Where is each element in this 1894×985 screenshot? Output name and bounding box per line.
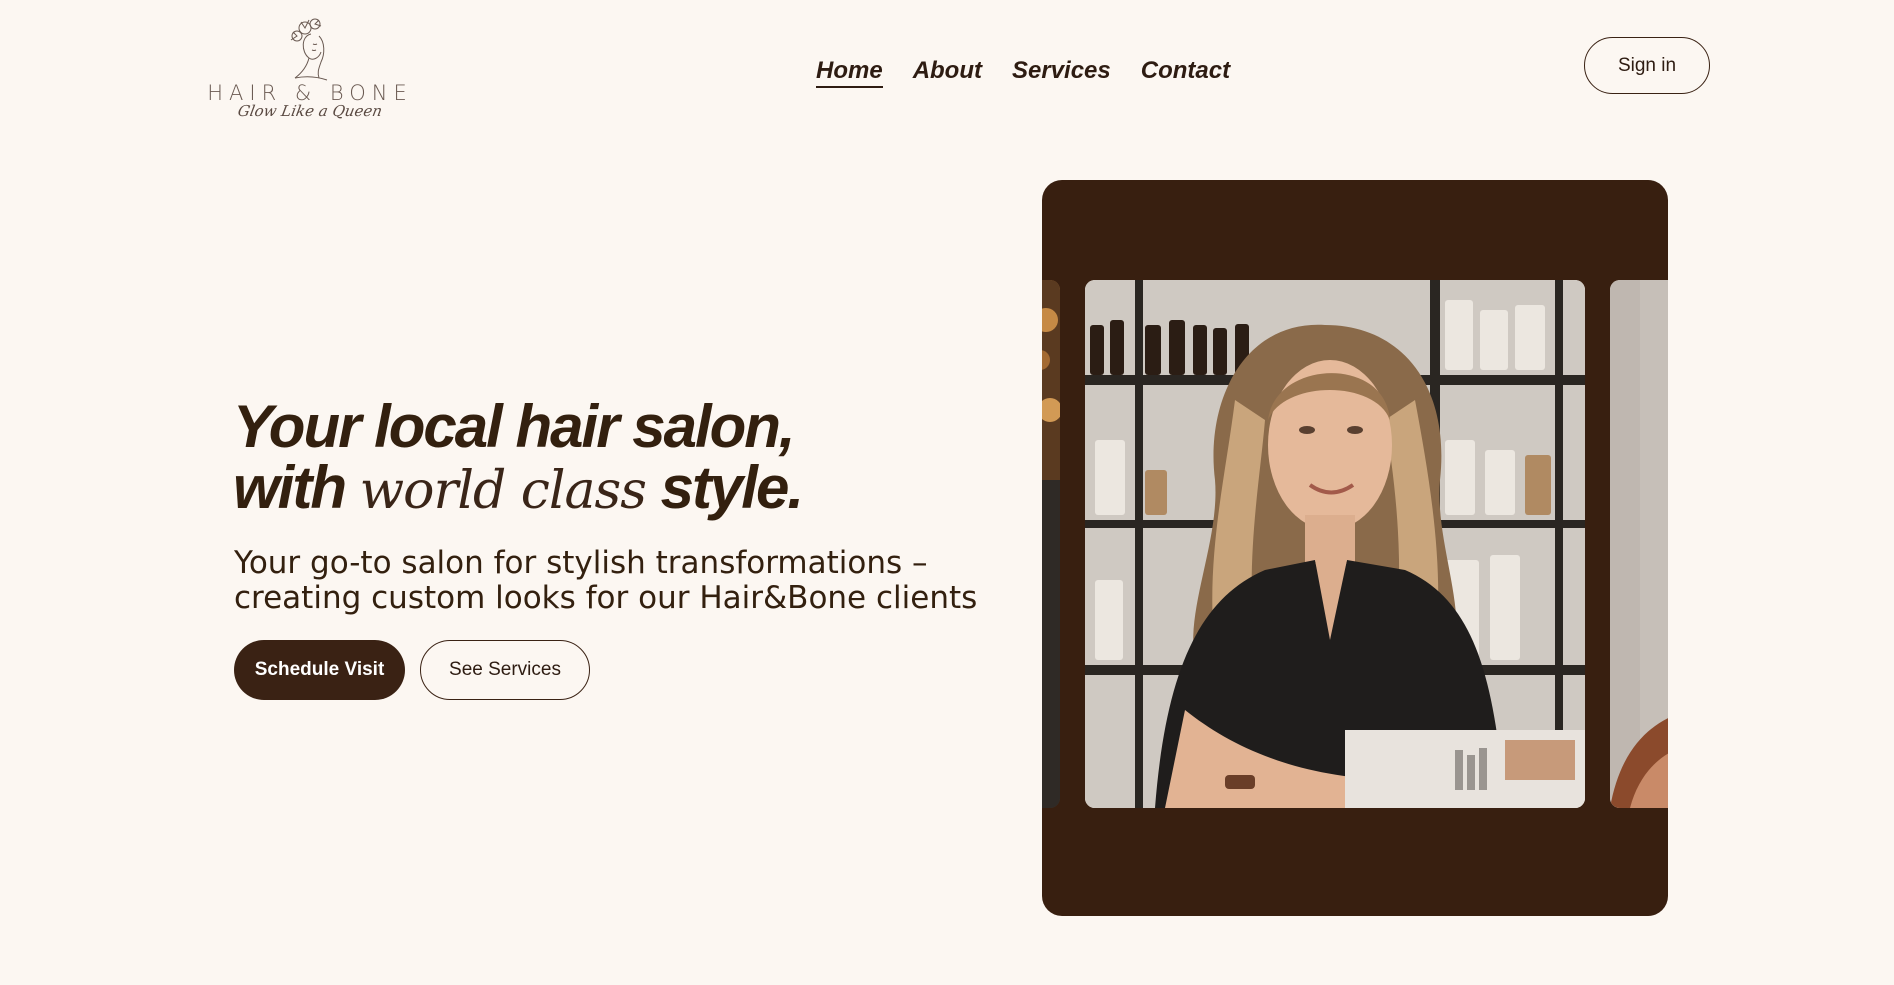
hero-title-style: style. [660, 454, 804, 521]
next-slide[interactable] [1610, 280, 1668, 808]
flowers-image [1042, 280, 1060, 808]
brand-logo[interactable]: HAIR & BONE Glow Like a Queen [207, 14, 407, 136]
hero-subtitle-line2: creating custom looks for our Hair&Bone … [234, 580, 978, 616]
client-image [1610, 280, 1668, 808]
previous-slide[interactable] [1042, 280, 1060, 808]
image-carousel[interactable] [1042, 180, 1668, 916]
see-services-button[interactable]: See Services [420, 640, 590, 700]
hero-title-line1: Your local hair salon, [233, 393, 796, 460]
stylist-portrait-image [1085, 280, 1585, 808]
hero-subtitle: Your go-to salon for stylish transformat… [234, 546, 994, 616]
stylist-portrait-slide[interactable] [1085, 280, 1585, 808]
brand-tagline: Glow Like a Queen [236, 102, 384, 120]
schedule-visit-button[interactable]: Schedule Visit [234, 640, 405, 700]
nav-link-services[interactable]: Services [1012, 56, 1111, 88]
sign-in-button[interactable]: Sign in [1584, 37, 1710, 94]
nav-link-home[interactable]: Home [816, 56, 883, 88]
main-navigation: Home About Services Contact [816, 56, 1230, 88]
hero-title-world-class: world class [359, 461, 647, 521]
hero-title-with: with [233, 454, 347, 521]
woman-with-flower-logo-icon [290, 18, 328, 81]
brand-name: HAIR & BONE [207, 81, 413, 105]
nav-link-contact[interactable]: Contact [1141, 56, 1230, 88]
hero-subtitle-line1: Your go-to salon for stylish transformat… [234, 545, 928, 581]
nav-link-about[interactable]: About [913, 56, 982, 88]
hero-title: Your local hair salon, with world class … [233, 396, 993, 522]
